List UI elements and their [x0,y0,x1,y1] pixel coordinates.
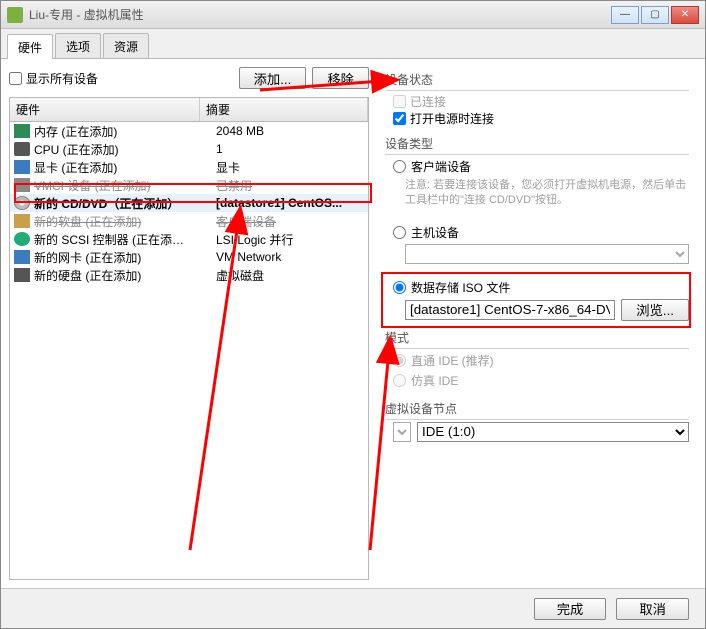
titlebar: Liu-专用 - 虚拟机属性 — ▢ ✕ [1,1,705,29]
radio-emulate-label: 仿真 IDE [411,372,458,389]
col-hardware[interactable]: 硬件 [10,98,200,121]
finish-button[interactable]: 完成 [534,598,607,620]
radio-host-label: 主机设备 [411,224,459,241]
radio-client-input[interactable] [393,160,406,173]
radio-emulate-input [393,374,406,387]
tabs: 硬件 选项 资源 [1,29,705,59]
status-title: 设备状态 [385,71,689,91]
floppy-icon [14,214,30,228]
row-gpu[interactable]: 显卡 (正在添加)显卡 [10,158,368,176]
row-hdd[interactable]: 新的硬盘 (正在添加)虚拟磁盘 [10,266,368,284]
group-status: 设备状态 已连接 打开电源时连接 [385,71,689,127]
cd-icon [14,196,30,210]
radio-host-input[interactable] [393,226,406,239]
group-virtual-node: 虚拟设备节点 IDE (1:0) [385,400,689,442]
client-note: 注意: 若要连接该设备，您必须打开虚拟机电源，然后单击工具栏中的"连接 CD/D… [405,178,689,209]
radio-iso-label: 数据存储 ISO 文件 [411,279,510,296]
close-button[interactable]: ✕ [671,6,699,24]
connected-label: 已连接 [410,93,446,110]
col-summary[interactable]: 摘要 [200,98,368,121]
hdd-icon [14,268,30,282]
show-all-devices-label: 显示所有设备 [26,70,98,87]
radio-emulate: 仿真 IDE [393,372,689,389]
show-all-devices-input[interactable] [9,72,22,85]
radio-passthrough-input [393,354,406,367]
tab-resources[interactable]: 资源 [103,33,149,58]
radio-passthrough: 直通 IDE (推荐) [393,352,689,369]
gpu-icon [14,160,30,174]
radio-iso-input[interactable] [393,281,406,294]
app-icon [7,7,23,23]
remove-button[interactable]: 移除 [312,67,369,89]
row-memory[interactable]: 内存 (正在添加)2048 MB [10,122,368,140]
host-device-select [405,244,689,264]
browse-button[interactable]: 浏览... [621,299,689,321]
add-button[interactable]: 添加... [239,67,307,89]
row-vmci[interactable]: VMCI 设备 (正在添加)已禁用 [10,176,368,194]
minimize-button[interactable]: — [611,6,639,24]
connected-checkbox: 已连接 [393,93,689,110]
row-cpu[interactable]: CPU (正在添加)1 [10,140,368,158]
connected-input [393,95,406,108]
group-mode: 模式 直通 IDE (推荐) 仿真 IDE [385,329,689,392]
connect-at-poweron-input[interactable] [393,112,406,125]
group-device-type: 设备类型 客户端设备 注意: 若要连接该设备，您必须打开虚拟机电源，然后单击工具… [385,135,689,321]
radio-passthrough-label: 直通 IDE (推荐) [411,352,494,369]
row-floppy[interactable]: 新的软盘 (正在添加)客户端设备 [10,212,368,230]
hardware-grid: 硬件 摘要 内存 (正在添加)2048 MB CPU (正在添加)1 显卡 (正… [9,97,369,580]
cpu-icon [14,142,30,156]
row-nic[interactable]: 新的网卡 (正在添加)VM Network [10,248,368,266]
tab-hardware[interactable]: 硬件 [7,34,53,59]
cancel-button[interactable]: 取消 [616,598,689,620]
connect-at-poweron-checkbox[interactable]: 打开电源时连接 [393,110,689,127]
iso-path-input[interactable] [405,300,615,320]
device-type-title: 设备类型 [385,135,689,155]
memory-icon [14,124,30,138]
scsi-icon [14,232,30,246]
vmci-icon [14,178,30,192]
node-prefix-select [393,422,411,442]
row-cddvd[interactable]: 新的 CD/DVD（正在添加）[datastore1] CentOS... [10,194,368,212]
radio-iso-file[interactable]: 数据存储 ISO 文件 [393,279,689,296]
radio-host-device[interactable]: 主机设备 [393,224,689,241]
row-scsi[interactable]: 新的 SCSI 控制器 (正在添…LSI Logic 并行 [10,230,368,248]
connect-at-poweron-label: 打开电源时连接 [410,110,494,127]
window-title: Liu-专用 - 虚拟机属性 [29,6,611,23]
mode-title: 模式 [385,329,689,349]
show-all-devices-checkbox[interactable]: 显示所有设备 [9,70,98,87]
maximize-button[interactable]: ▢ [641,6,669,24]
radio-client-label: 客户端设备 [411,158,471,175]
nic-icon [14,250,30,264]
tab-options[interactable]: 选项 [55,33,101,58]
radio-client-device[interactable]: 客户端设备 [393,158,689,175]
node-title: 虚拟设备节点 [385,400,689,420]
node-select[interactable]: IDE (1:0) [417,422,689,442]
